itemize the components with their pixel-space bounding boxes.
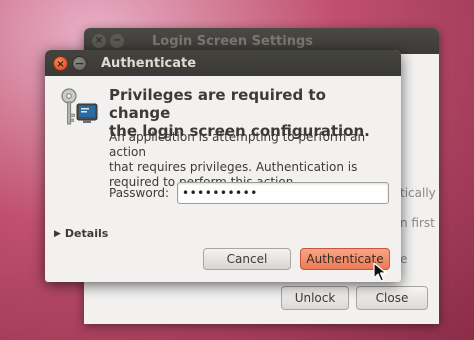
- bg-text-fragment: e: [400, 252, 408, 266]
- keys-icon: [61, 88, 98, 125]
- details-expander[interactable]: ▶ Details: [54, 227, 108, 240]
- password-field[interactable]: ••••••••••: [177, 182, 389, 204]
- dialog-title: Authenticate: [101, 55, 197, 71]
- mouse-cursor-icon: [373, 262, 387, 282]
- dialog-close-icon[interactable]: ×: [53, 55, 68, 71]
- cancel-button[interactable]: Cancel: [203, 248, 291, 270]
- dialog-description: An application is attempting to perform …: [109, 130, 394, 190]
- dialog-titlebar: × − Authenticate: [45, 50, 401, 76]
- bg-minimize-icon[interactable]: −: [110, 34, 124, 48]
- description-line: An application is attempting to perform …: [109, 130, 366, 159]
- expander-triangle-icon: ▶: [54, 228, 61, 239]
- unlock-button[interactable]: Unlock: [281, 286, 349, 310]
- heading-line: Privileges are required to change: [109, 86, 326, 122]
- close-button[interactable]: Close: [356, 286, 428, 310]
- bg-text-fragment: n first: [400, 216, 435, 230]
- dialog-minimize-icon[interactable]: −: [72, 55, 87, 71]
- authenticate-dialog: × − Authenticate Privileges are required…: [45, 50, 401, 282]
- description-line: that requires privileges. Authentication…: [109, 160, 358, 174]
- bg-close-icon[interactable]: ×: [92, 34, 106, 48]
- details-label: Details: [64, 227, 109, 240]
- bg-window-title: Login Screen Settings: [152, 33, 314, 49]
- password-label: Password:: [109, 186, 170, 200]
- bg-text-fragment: tically: [400, 186, 436, 200]
